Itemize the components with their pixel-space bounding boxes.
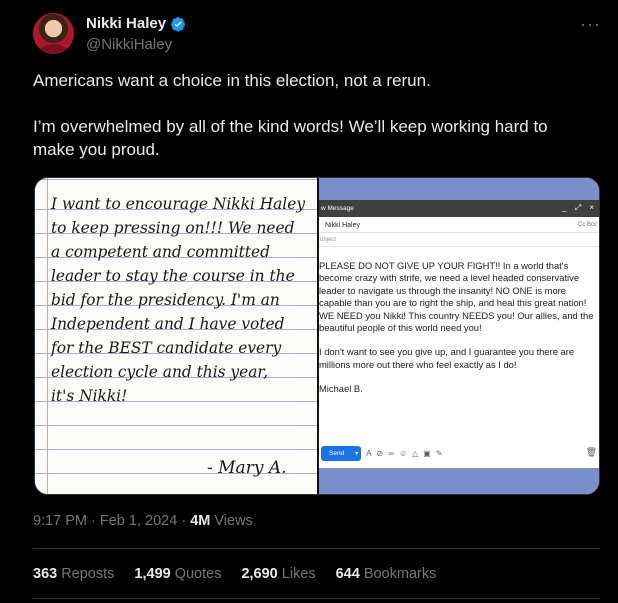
tweet-media[interactable]: I want to encourage Nikki Haley to keep p… <box>34 177 600 495</box>
engagement-stats: 363 Reposts 1,499 Quotes 2,690 Likes 644 Boo… <box>33 566 456 582</box>
email-window-title: w Message <box>321 205 354 212</box>
notebook-margin-line <box>47 178 48 494</box>
reposts-count: 363 <box>33 566 58 582</box>
trash-icon: 🗑 <box>585 447 597 457</box>
email-screenshot: w Message _ ⤢ × Nikki Haley Cc Bcc ubjec… <box>319 200 599 468</box>
link-icon: ∞ <box>388 448 394 458</box>
handwritten-line: a competent and committed <box>51 243 270 261</box>
handwritten-line: for the BEST candidate every <box>51 339 282 357</box>
email-paragraph-1: PLEASE DO NOT GIVE UP YOUR FIGHT!! In a … <box>319 260 594 334</box>
quotes-count: 1,499 <box>134 566 171 582</box>
email-to-row: Nikki Haley Cc Bcc <box>319 217 599 233</box>
handwritten-line: bid for the presidency. I'm an <box>51 291 280 309</box>
pen-icon: ✎ <box>435 448 443 458</box>
views-count: 4M <box>190 513 211 529</box>
divider-top <box>33 548 600 549</box>
author-handle[interactable]: @NikkiHaley <box>86 36 172 53</box>
likes-count: 2,690 <box>241 566 278 582</box>
email-body: PLEASE DO NOT GIVE UP YOUR FIGHT!! In a … <box>319 260 599 408</box>
email-subject-row: ubject <box>319 233 599 247</box>
views-label: Views <box>214 513 253 529</box>
tweet-timestamp[interactable]: 9:17 PM · Feb 1, 2024 · 4M Views <box>33 513 253 529</box>
handwritten-line: Independent and I have voted <box>51 315 285 333</box>
reposts-label: Reposts <box>61 566 115 582</box>
more-horizontal-icon[interactable]: ··· <box>580 14 601 35</box>
reposts-stat[interactable]: 363 Reposts <box>33 566 114 582</box>
email-window-titlebar: w Message _ ⤢ × <box>319 200 599 217</box>
tweet-time: 9:17 PM <box>33 513 87 529</box>
attach-icon: ⊘ <box>376 448 384 458</box>
email-cc-bcc: Cc Bcc <box>577 222 597 228</box>
handwritten-line: leader to stay the course in the <box>51 267 295 285</box>
handwritten-note-image: I want to encourage Nikki Haley to keep p… <box>35 178 317 494</box>
author-display-name[interactable]: Nikki Haley <box>86 15 166 32</box>
send-options-icon: ▾ <box>352 445 362 461</box>
quotes-label: Quotes <box>174 566 222 582</box>
format-text-icon: A <box>366 448 372 458</box>
handwritten-line: to keep pressing on!!! We need <box>51 219 295 237</box>
handwritten-signature: - Mary A. <box>207 458 287 478</box>
photo-icon: ▣ <box>423 448 431 458</box>
email-send-button: Send <box>321 445 353 461</box>
tweet-text: Americans want a choice in this election… <box>33 69 593 161</box>
drive-icon: △ <box>412 448 419 458</box>
tweet-line-2: I’m overwhelmed by all of the kind words… <box>33 117 548 159</box>
handwritten-line: it's Nikki! <box>51 387 128 405</box>
verified-badge-icon <box>171 16 186 32</box>
author-name-row: Nikki Haley <box>86 15 186 32</box>
handwritten-note-text: I want to encourage Nikki Haley to keep p… <box>51 192 321 408</box>
email-recipient: Nikki Haley <box>325 222 361 229</box>
window-controls-icon: _ ⤢ × <box>562 203 597 212</box>
handwritten-line: election cycle and this year, <box>51 363 268 381</box>
quotes-stat[interactable]: 1,499 Quotes <box>134 566 221 582</box>
divider-bottom <box>33 598 600 599</box>
likes-label: Likes <box>281 566 316 582</box>
tweet-line-1: Americans want a choice in this election… <box>33 71 431 90</box>
email-subject-placeholder: ubject <box>320 237 337 243</box>
handwritten-line: I want to encourage Nikki Haley <box>51 195 306 213</box>
emoji-icon: ☺ <box>398 448 408 458</box>
email-toolbar: Send ▾ A ⊘ ∞ ☺ △ ▣ ✎ 🗑 <box>319 442 599 464</box>
likes-stat[interactable]: 2,690 Likes <box>241 566 315 582</box>
bookmarks-count: 644 <box>335 566 360 582</box>
bookmarks-stat[interactable]: 644 Bookmarks <box>336 566 437 582</box>
email-signoff: Michael B. <box>319 383 363 395</box>
tweet-date: Feb 1, 2024 <box>99 513 178 529</box>
email-paragraph-2: I don't want to see you give up, and I g… <box>319 346 575 370</box>
bookmarks-label: Bookmarks <box>363 566 437 582</box>
author-avatar[interactable] <box>33 13 74 54</box>
